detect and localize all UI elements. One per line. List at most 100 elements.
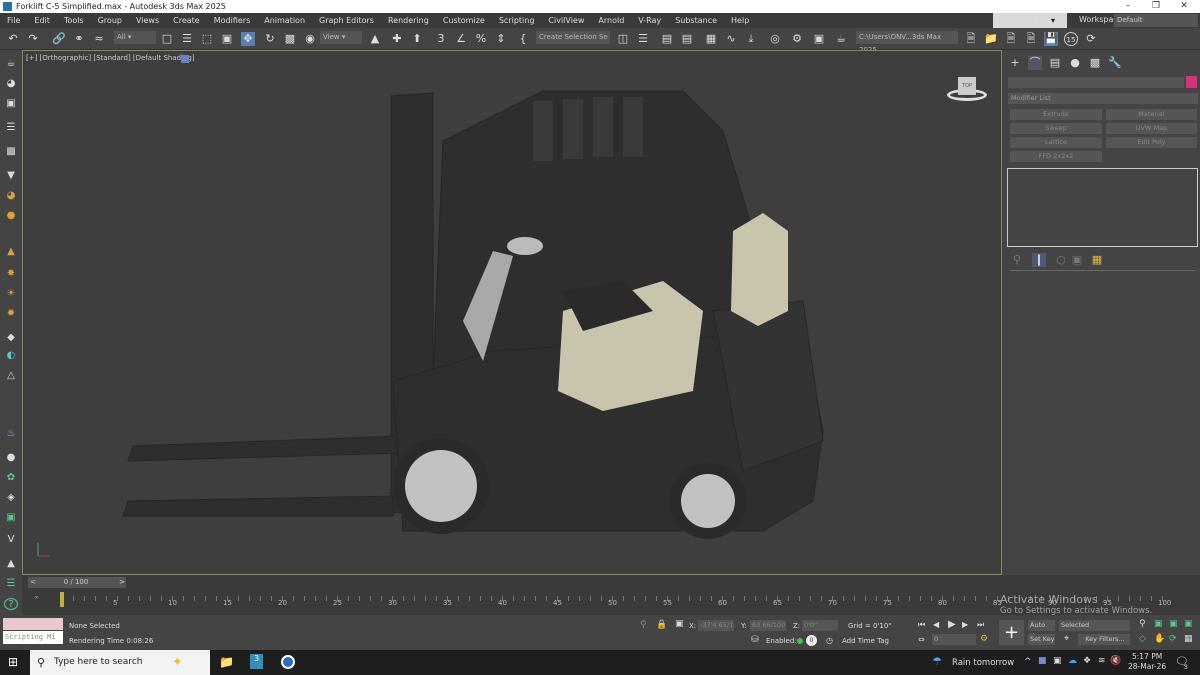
rect-selection-icon[interactable]: ⬚ — [200, 32, 214, 46]
maxscript-mini-listener[interactable]: Scripting Mi — [3, 631, 63, 644]
camera-icon[interactable]: ▣ — [4, 98, 18, 110]
zoom-all-icon[interactable]: ▣ — [1154, 619, 1163, 629]
reference-coordinate-dropdown[interactable]: View ▾ — [320, 31, 362, 44]
display-tab-icon[interactable]: ▩ — [1088, 56, 1102, 70]
menu-tools[interactable]: Tools — [57, 16, 91, 25]
previous-frame-icon[interactable]: ◀ — [933, 620, 939, 629]
curve-editor-toggle-icon[interactable]: ∞ — [34, 594, 39, 601]
edit-named-selection-icon[interactable]: { — [516, 32, 530, 46]
object-name-field[interactable] — [1008, 77, 1184, 88]
percent-snap-icon[interactable]: % — [474, 32, 488, 46]
mirror-icon[interactable]: ◫ — [616, 32, 630, 46]
sync-icon[interactable]: ⟳ — [1084, 32, 1098, 46]
placement-icon[interactable]: ◉ — [303, 32, 317, 46]
menu-modifiers[interactable]: Modifiers — [207, 16, 258, 25]
maxscript-listener-output[interactable] — [3, 618, 63, 630]
chat-icon[interactable]: ▣ — [1053, 656, 1062, 666]
file-explorer-icon[interactable]: 📁 — [219, 655, 234, 669]
shapes-icon[interactable]: ◕ — [4, 78, 18, 90]
auto-key-button[interactable]: Auto Key — [1028, 620, 1055, 640]
menu-edit[interactable]: Edit — [27, 16, 57, 25]
clock-icon[interactable]: ◷ — [826, 636, 833, 645]
sign-in-button[interactable]: Sign In ▾ — [993, 13, 1067, 28]
menu-graph-editors[interactable]: Graph Editors — [312, 16, 381, 25]
spinner-snap-icon[interactable]: ⇕ — [494, 32, 508, 46]
selection-filter-dropdown[interactable]: All ▾ — [114, 31, 156, 44]
ffd-button[interactable]: FFD 2x2x2 — [1010, 151, 1102, 162]
menu-rendering[interactable]: Rendering — [381, 16, 436, 25]
unlink-icon[interactable]: ⚭ — [72, 32, 86, 46]
set-keys-big-button[interactable]: + — [999, 620, 1024, 645]
teapot-small-icon[interactable]: ▲ — [4, 558, 18, 570]
minimize-button[interactable]: – — [1114, 0, 1142, 13]
current-frame-marker[interactable] — [60, 592, 64, 607]
sky-icon[interactable]: ✹ — [4, 308, 18, 320]
key-mode-toggle-icon[interactable]: ⇔ — [918, 635, 925, 644]
menu-scripting[interactable]: Scripting — [492, 16, 542, 25]
uvw-map-button[interactable]: UVW Map — [1106, 123, 1197, 134]
play-icon[interactable]: ▶ — [948, 619, 956, 630]
selection-lock-icon[interactable]: 🔒 — [656, 620, 667, 630]
dome-light-icon[interactable]: ◕ — [4, 190, 18, 202]
menu-customize[interactable]: Customize — [436, 16, 492, 25]
spotlight-icon[interactable]: ▲ — [4, 246, 18, 258]
sun-icon[interactable]: ☀ — [4, 288, 18, 300]
time-slider-thumb[interactable]: < 0 / 100 — [28, 577, 124, 588]
select-by-name-icon[interactable]: ☰ — [180, 32, 194, 46]
rotate-icon[interactable]: ↻ — [263, 32, 277, 46]
pivot-center-icon[interactable]: ▲ — [368, 32, 382, 46]
layers-icon[interactable]: ☰ — [4, 122, 18, 134]
viewport-orthographic[interactable]: [+] [Orthographic] [Standard] [Default S… — [22, 50, 1002, 575]
scene-explorer-icon[interactable]: ▤ — [660, 32, 674, 46]
menu-civilview[interactable]: CivilView — [541, 16, 591, 25]
weather-text[interactable]: Rain tomorrow — [952, 658, 1014, 668]
utilities-tab-icon[interactable]: 🔧 — [1108, 56, 1122, 70]
zoom-extents-icon[interactable]: ▣ — [1169, 619, 1178, 629]
remove-modifier-icon[interactable]: ▣ — [1070, 253, 1084, 267]
motion-tab-icon[interactable]: ● — [1068, 56, 1082, 70]
make-unique-icon[interactable]: ○ — [1054, 253, 1068, 267]
go-to-end-icon[interactable]: ⏭ — [977, 620, 984, 630]
edit-poly-button[interactable]: Edit Poly — [1106, 137, 1197, 148]
network-icon[interactable]: ◈ — [4, 492, 18, 504]
y-coordinate-field[interactable]: 63 66/100 — [750, 620, 786, 631]
shader-ball-icon[interactable]: ● — [4, 452, 18, 464]
open-file-icon[interactable]: 🗎 — [964, 32, 978, 46]
configure-sets-icon[interactable]: ▦ — [1090, 253, 1104, 267]
object-color-swatch[interactable] — [1186, 76, 1197, 88]
select-manipulate-icon[interactable]: ✚ — [390, 32, 404, 46]
layer-explorer-icon[interactable]: ▤ — [680, 32, 694, 46]
teapot-icon[interactable]: ☕ — [4, 58, 18, 70]
menu-views[interactable]: Views — [129, 16, 166, 25]
named-selection-dropdown[interactable]: Create Selection Se — [536, 31, 610, 44]
schematic-view-icon[interactable]: ⤓ — [744, 32, 758, 46]
window-crossing-icon[interactable]: ▣ — [220, 32, 234, 46]
modify-tab-icon[interactable]: ⌒ — [1028, 56, 1042, 70]
isolate-icon[interactable]: ⚲ — [640, 620, 647, 630]
autobackup-icon[interactable]: 💾 — [1044, 32, 1058, 46]
show-hidden-icons-icon[interactable]: ^ — [1024, 657, 1032, 667]
render-icon[interactable]: ♨ — [4, 428, 18, 440]
bind-space-warp-icon[interactable]: ≈ — [92, 32, 106, 46]
default-in-out-tangent-icon[interactable]: ⌖ — [1064, 634, 1069, 644]
menu-file[interactable]: File — [0, 16, 27, 25]
modifier-list-dropdown[interactable]: Modifier List — [1008, 93, 1198, 104]
scatter-icon[interactable]: ✿ — [4, 472, 18, 484]
light-icon[interactable]: ▼ — [4, 170, 18, 182]
create-tab-icon[interactable]: + — [1008, 56, 1022, 70]
helper-icon[interactable]: △ — [4, 370, 18, 382]
maximize-viewport-icon[interactable]: ▦ — [1184, 634, 1193, 644]
z-coordinate-field[interactable]: 0'0" — [802, 620, 838, 631]
field-of-view-icon[interactable]: ◇ — [1139, 634, 1146, 644]
angle-snap-icon[interactable]: ∠ — [454, 32, 468, 46]
show-end-result-icon[interactable]: ❙ — [1032, 253, 1046, 267]
time-tag-icon[interactable]: 0 — [806, 635, 817, 646]
3ds-max-taskbar-icon[interactable]: 3 — [250, 654, 263, 669]
menu-substance[interactable]: Substance — [668, 16, 724, 25]
project-folder-dropdown[interactable]: C:\Users\ONV...3ds Max 2025 — [856, 31, 958, 54]
mesh-icon[interactable]: ▣ — [4, 512, 18, 524]
autosave-timer-icon[interactable]: 15 — [1064, 32, 1078, 46]
geometry-icon[interactable]: ◆ — [4, 332, 18, 344]
taskbar-search-box[interactable]: ⚲ Type here to search ✦ — [30, 650, 210, 675]
workspace-select[interactable]: Default — [1114, 14, 1198, 27]
